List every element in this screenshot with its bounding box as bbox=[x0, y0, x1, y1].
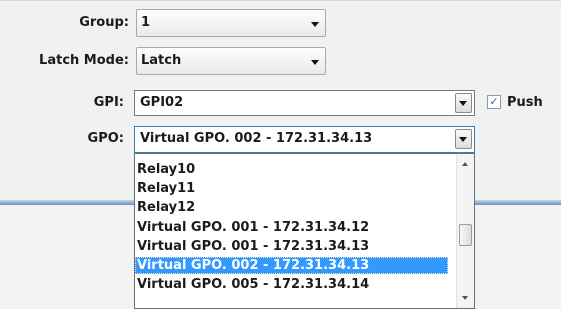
latch-mode-label: Latch Mode: bbox=[39, 53, 129, 68]
scroll-up-icon[interactable] bbox=[462, 162, 468, 166]
latch-mode-value: Latch bbox=[141, 53, 182, 68]
gpo-label: GPO: bbox=[87, 131, 124, 146]
gpi-select[interactable]: GPI02 bbox=[134, 90, 475, 116]
chevron-down-icon bbox=[311, 22, 319, 27]
push-label: Push bbox=[507, 95, 543, 110]
dropdown-option[interactable]: Virtual GPO. 002 - 172.31.34.13 bbox=[135, 257, 448, 274]
gpo-dropdown-button[interactable] bbox=[455, 129, 472, 149]
push-checkbox[interactable]: ✓ bbox=[487, 95, 501, 109]
scroll-down-icon[interactable] bbox=[462, 296, 468, 300]
chevron-down-icon bbox=[311, 60, 319, 65]
group-select[interactable]: 1 bbox=[136, 9, 326, 37]
gpi-dropdown-button[interactable] bbox=[455, 93, 472, 113]
gpo-value: Virtual GPO. 002 - 172.31.34.13 bbox=[140, 131, 373, 146]
latch-mode-select[interactable]: Latch bbox=[136, 47, 326, 75]
group-value: 1 bbox=[141, 15, 151, 30]
dropdown-option[interactable]: Virtual GPO. 001 - 172.31.34.12 bbox=[135, 219, 437, 236]
dropdown-option[interactable]: Virtual GPO. 001 - 172.31.34.13 bbox=[135, 238, 437, 255]
scroll-thumb[interactable] bbox=[459, 224, 472, 246]
gpi-value: GPI02 bbox=[140, 95, 184, 110]
dropdown-option[interactable]: Relay11 bbox=[135, 180, 437, 197]
top-divider bbox=[0, 0, 561, 1]
dropdown-scrollbar[interactable] bbox=[456, 154, 474, 308]
group-label: Group: bbox=[79, 15, 129, 30]
gpo-select[interactable]: Virtual GPO. 002 - 172.31.34.13 bbox=[134, 126, 475, 153]
dropdown-option[interactable]: Virtual GPO. 005 - 172.31.34.14 bbox=[135, 276, 437, 293]
dropdown-option[interactable]: Relay12 bbox=[135, 199, 437, 216]
dropdown-option[interactable]: Relay10 bbox=[135, 161, 437, 178]
gpo-dropdown-list[interactable]: Relay10 Relay11 Relay12 Virtual GPO. 001 - … bbox=[134, 153, 475, 309]
gpi-label: GPI: bbox=[93, 95, 124, 110]
